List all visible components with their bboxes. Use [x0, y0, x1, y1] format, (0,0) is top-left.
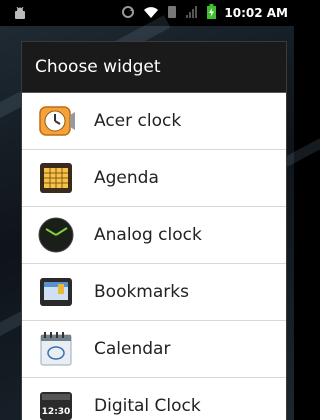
list-item-bookmarks[interactable]: Bookmarks [22, 264, 286, 321]
list-item-agenda[interactable]: Agenda [22, 150, 286, 207]
widget-list: Acer clock Agenda Analog clock Bookmarks… [22, 93, 286, 420]
list-item-label: Agenda [94, 168, 159, 188]
digital-clock-icon: 12:30 [36, 386, 76, 420]
calendar-icon [36, 329, 76, 369]
android-debug-icon [14, 6, 26, 25]
dialog-header: Choose widget [22, 42, 286, 93]
list-item-acer-clock[interactable]: Acer clock [22, 93, 286, 150]
cell-signal-icon [185, 4, 199, 23]
list-item-calendar[interactable]: Calendar [22, 321, 286, 378]
status-bar: 10:02 AM [0, 0, 294, 26]
list-item-label: Bookmarks [94, 282, 189, 302]
list-item-digital-clock[interactable]: 12:30 Digital Clock [22, 378, 286, 420]
list-item-analog-clock[interactable]: Analog clock [22, 207, 286, 264]
bookmarks-icon [36, 272, 76, 312]
acer-clock-icon [36, 101, 76, 141]
battery-charging-icon [207, 3, 217, 23]
phone-signal-icon [167, 4, 177, 23]
sync-icon [121, 4, 135, 23]
agenda-icon [36, 158, 76, 198]
choose-widget-dialog: Choose widget Acer clock Agenda Analog c… [22, 42, 286, 420]
status-time: 10:02 AM [224, 6, 288, 20]
list-item-label: Analog clock [94, 225, 202, 245]
list-item-label: Digital Clock [94, 396, 201, 416]
list-item-label: Calendar [94, 339, 171, 359]
list-item-label: Acer clock [94, 111, 182, 131]
digital-clock-icon-text: 12:30 [42, 407, 71, 417]
dialog-title: Choose widget [35, 57, 161, 77]
analog-clock-icon [36, 215, 76, 255]
